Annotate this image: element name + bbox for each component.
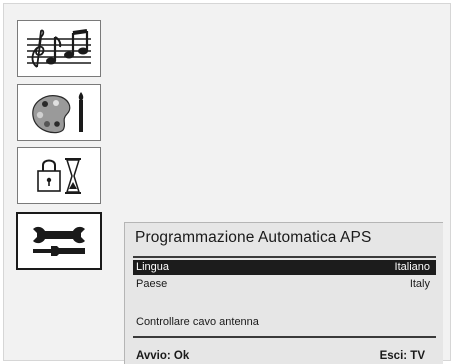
row-label: Lingua <box>136 261 170 273</box>
start-hint: Avvio: Ok <box>136 350 190 362</box>
dialog-title: Programmazione Automatica APS <box>135 229 372 246</box>
row-value: Italiano <box>394 261 430 273</box>
row-label: Paese <box>136 278 168 290</box>
row-value: Italy <box>409 278 430 290</box>
aps-dialog: Programmazione Automatica APS Lingua Ita… <box>124 222 443 364</box>
divider <box>133 336 436 338</box>
menu-item-picture[interactable] <box>17 84 101 141</box>
timer-lock-icon <box>37 157 81 194</box>
menu-item-sound[interactable] <box>17 20 101 77</box>
menu-item-setup[interactable] <box>16 212 102 270</box>
divider <box>133 256 436 258</box>
music-sound-icon <box>27 28 91 68</box>
exit-hint: Esci: TV <box>379 350 425 362</box>
hint-text: Controllare cavo antenna <box>136 316 259 328</box>
picture-palette-icon <box>32 91 84 133</box>
tv-screen: Programmazione Automatica APS Lingua Ita… <box>3 3 451 364</box>
menu-row-country[interactable]: Paese Italy <box>133 277 436 292</box>
menu-item-features[interactable] <box>17 147 101 204</box>
menu-row-language[interactable]: Lingua Italiano <box>133 260 436 275</box>
setup-tools-icon <box>33 226 85 256</box>
